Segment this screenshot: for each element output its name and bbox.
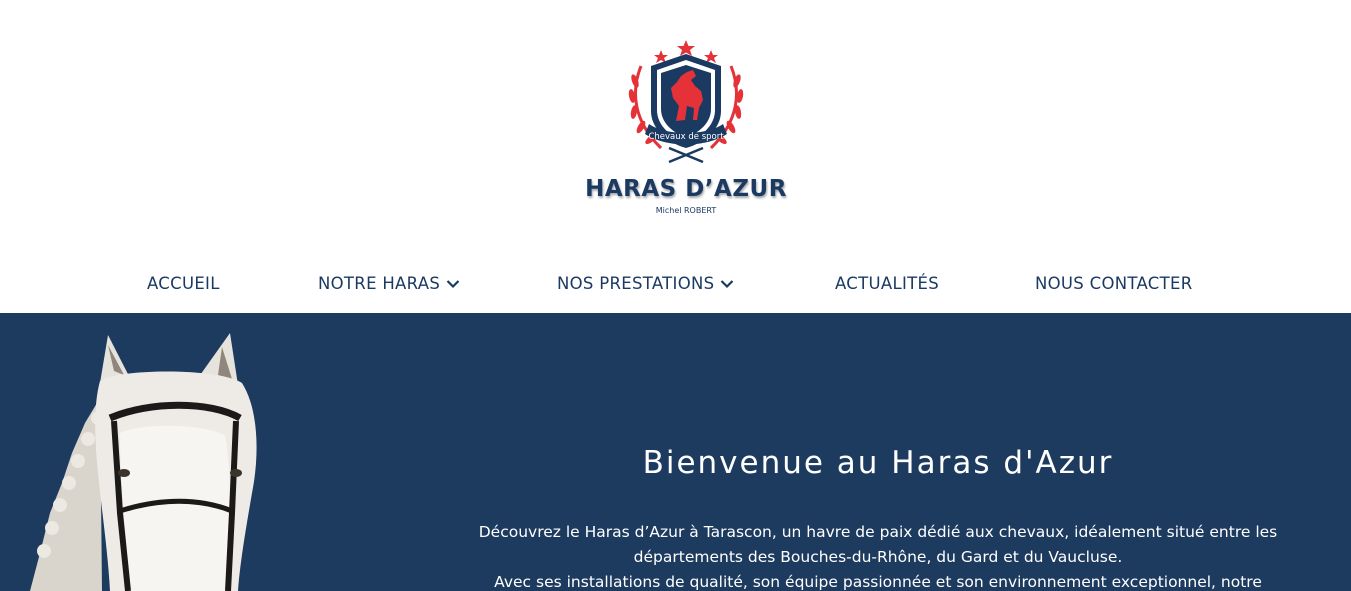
brand-subtitle: Michel ROBERT: [655, 206, 717, 215]
brand-name: HARAS D’AZUR: [585, 176, 787, 202]
welcome-hero: Bienvenue au Haras d'Azur Découvrez le H…: [0, 313, 1351, 591]
svg-text:Chevaux de sport: Chevaux de sport: [648, 132, 724, 142]
nav-item-label: NOUS CONTACTER: [1035, 274, 1193, 293]
hero-paragraph-line: Avec ses installations de qualité, son é…: [494, 573, 1262, 591]
hero-paragraph: Découvrez le Haras d’Azur à Tarascon, un…: [402, 520, 1351, 591]
hero-paragraph-line: départements des Bouches-du-Rhône, du Ga…: [633, 548, 1123, 566]
chevron-down-icon: [721, 279, 734, 288]
main-navigation: ACCUEIL NOTRE HARAS NOS PRESTATIONS ACTU…: [0, 270, 1351, 300]
nav-item-accueil[interactable]: ACCUEIL: [147, 274, 220, 293]
nav-item-nos-prestations[interactable]: NOS PRESTATIONS: [557, 274, 734, 293]
site-header: Chevaux de sport HARAS D’AZUR Michel ROB…: [0, 0, 1351, 313]
nav-item-label: ACCUEIL: [147, 274, 220, 293]
nav-item-notre-haras[interactable]: NOTRE HARAS: [318, 274, 460, 293]
site-logo[interactable]: Chevaux de sport HARAS D’AZUR Michel ROB…: [575, 36, 797, 226]
hero-paragraph-line: Découvrez le Haras d’Azur à Tarascon, un…: [478, 523, 1278, 541]
nav-item-label: ACTUALITÉS: [835, 274, 939, 293]
hero-title: Bienvenue au Haras d'Azur: [642, 445, 1114, 481]
crest-emblem-icon: Chevaux de sport: [628, 40, 744, 164]
chevron-down-icon: [446, 279, 460, 288]
nav-item-nous-contacter[interactable]: NOUS CONTACTER: [1035, 274, 1192, 293]
nav-item-label: NOS PRESTATIONS: [557, 274, 715, 293]
nav-item-label: NOTRE HARAS: [318, 274, 441, 293]
nav-item-actualites[interactable]: ACTUALITÉS: [835, 274, 939, 293]
horse-head-image: [30, 333, 257, 591]
